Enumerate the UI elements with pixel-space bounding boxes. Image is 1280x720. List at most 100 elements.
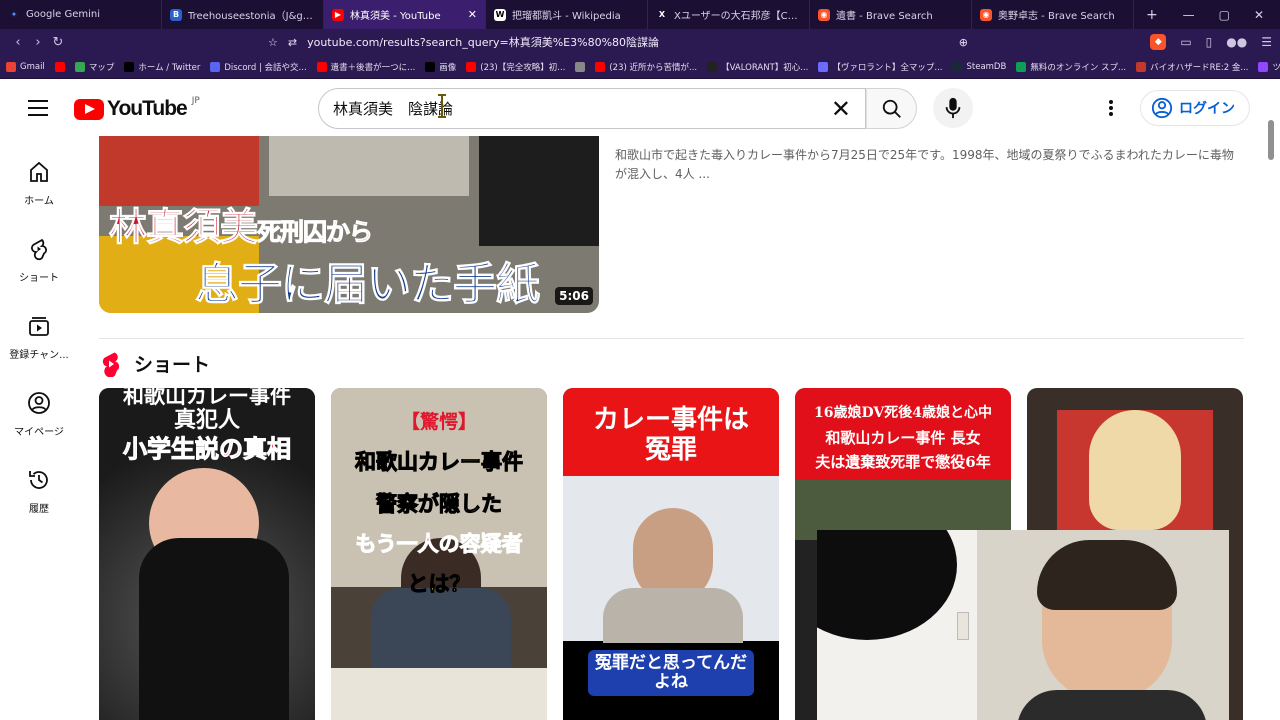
sidebar-toggle-icon[interactable]: ▯: [1206, 35, 1213, 49]
back-icon[interactable]: ‹: [8, 35, 28, 50]
bookmark-item[interactable]: 【VALORANT】初心...: [707, 61, 808, 73]
section-divider: [99, 338, 1244, 339]
short-text-line: 和歌山カレー事件: [355, 449, 524, 474]
search-input[interactable]: 林真須美 陰謀論 ✕: [318, 88, 866, 129]
wallet-icon[interactable]: ●●: [1226, 35, 1247, 49]
bookmark-item[interactable]: (23)【完全攻略】初...: [466, 61, 565, 73]
browser-tab-bar: ✦ Google Gemini B Treehouseestonia（J&gis…: [0, 0, 1280, 29]
bookmark-favicon-icon: [124, 61, 135, 72]
short-caption: 冤罪だと思ってんだよね: [588, 650, 754, 697]
bookmark-favicon-icon: [466, 61, 477, 72]
bookmark-label: 画像: [439, 62, 457, 73]
bookmark-item[interactable]: Discord | 会話や交...: [210, 61, 307, 73]
thumbnail-subtitle: 死刑囚から: [257, 217, 374, 247]
logo-text: YouTube: [107, 97, 188, 120]
thumbnail-person: [479, 136, 599, 246]
sidebar-item-home[interactable]: ホーム: [0, 160, 78, 207]
zoom-icon[interactable]: ⊕: [959, 36, 968, 49]
video-thumbnail[interactable]: 林真須美死刑囚から 息子に届いた手紙 5:06: [99, 136, 599, 313]
youtube-logo[interactable]: YouTube JP: [74, 96, 200, 121]
short-text-line: とは？: [407, 571, 471, 596]
bookmark-item[interactable]: (23) 近所から苦情が...: [595, 61, 697, 73]
address-bar-row: ‹ › ↻ ☆ ⇄ youtube.com/results?search_que…: [0, 29, 1280, 55]
short-text-line: 和歌山カレー事件: [123, 388, 291, 408]
bookmark-item[interactable]: 無料のオンライン スプ...: [1016, 61, 1126, 73]
sidebar-item-label: 履歴: [29, 504, 49, 515]
short-card-3[interactable]: カレー事件は 冤罪 冤罪だと思ってんだよね: [563, 388, 779, 720]
close-tab-icon[interactable]: ✕: [468, 8, 477, 21]
webcam-shirt: [1017, 690, 1207, 720]
search-query-text[interactable]: 林真須美 陰謀論: [333, 98, 831, 119]
youtube-header: YouTube JP 林真須美 陰謀論 ✕ ログイン: [0, 80, 1280, 136]
thumbnail-title-line2: 息子に届いた手紙: [195, 259, 541, 311]
bookmark-label: Gmail: [20, 61, 45, 72]
bookmark-item[interactable]: Gmail: [6, 61, 45, 72]
bookmark-favicon-icon: [54, 61, 65, 72]
bookmark-item[interactable]: 画像: [425, 61, 456, 73]
minimize-button[interactable]: —: [1183, 8, 1195, 22]
sidebar-item-subscriptions[interactable]: 登録チャン...: [0, 314, 78, 361]
bookmark-item[interactable]: [575, 61, 586, 72]
bookmark-item[interactable]: バイオハザードRE:2 金...: [1136, 61, 1248, 73]
hamburger-menu-icon[interactable]: [28, 100, 48, 116]
short-text-line: 冤罪: [644, 435, 697, 465]
bookmark-label: (23) 近所から苦情が...: [609, 62, 698, 73]
short-card-1[interactable]: 和歌山カレー事件 真犯人 小学生説の真相: [99, 388, 315, 720]
tab-wikipedia[interactable]: W 把瑠都凱斗 - Wikipedia: [486, 0, 648, 29]
bookmark-icon[interactable]: ☆: [268, 36, 278, 49]
clear-search-icon[interactable]: ✕: [831, 97, 851, 121]
short-painting-face: [1089, 410, 1181, 530]
tab-youtube[interactable]: ▶ 林真須美 - YouTube ✕: [324, 0, 486, 29]
shorts-icon: [31, 238, 47, 261]
menu-icon[interactable]: ☰: [1261, 35, 1272, 49]
tab-label: Xユーザーの大石邦彦【CBCテレビ解説委: [674, 11, 801, 22]
extensions-icon[interactable]: ▭: [1180, 35, 1191, 49]
sidebar-item-you[interactable]: マイページ: [0, 391, 78, 438]
login-button[interactable]: ログイン: [1140, 90, 1250, 126]
brave-shields-icon[interactable]: ◆: [1150, 34, 1167, 50]
short-card-2[interactable]: 【驚愕】 和歌山カレー事件 警察が隠した もう一人の容疑者 とは？: [331, 388, 547, 720]
tab-label: 林真須美 - YouTube: [350, 11, 441, 22]
new-tab-button[interactable]: +: [1134, 7, 1170, 23]
close-window-button[interactable]: ✕: [1254, 8, 1264, 22]
bookmark-item[interactable]: 【ヴァロラント】全マップ...: [818, 61, 942, 73]
tab-gemini[interactable]: ✦ Google Gemini: [0, 0, 162, 29]
search-button[interactable]: [866, 88, 917, 129]
bookmark-item[interactable]: [54, 61, 65, 72]
reload-icon[interactable]: ↻: [48, 35, 68, 50]
tab-label: Google Gemini: [26, 9, 100, 20]
maximize-button[interactable]: ▢: [1219, 8, 1230, 22]
short-text-line: 夫は遺棄致死罪で懲役6年: [815, 453, 991, 471]
bookmark-item[interactable]: SteamDB: [952, 61, 1007, 72]
bookmark-item[interactable]: 遺書＋後書が一つに...: [316, 61, 415, 73]
tab-brave-search-2[interactable]: ◉ 奥野卓志 - Brave Search: [972, 0, 1134, 29]
shorts-shelf-title: ショート: [134, 354, 211, 376]
text-cursor-icon: [438, 94, 446, 118]
bookmark-label: ツイッチ関連: [1272, 61, 1280, 73]
mini-guide: ホーム ショート 登録チャン... マイページ 履歴: [0, 136, 78, 720]
sidebar-item-shorts[interactable]: ショート: [0, 237, 78, 284]
url-text[interactable]: youtube.com/results?search_query=林真須美%E3…: [307, 34, 949, 50]
settings-kebab-icon[interactable]: [1106, 98, 1116, 118]
site-info-icon[interactable]: ⇄: [288, 36, 297, 49]
bookmark-label: 無料のオンライン スプ...: [1030, 62, 1127, 73]
tab-brave-search-1[interactable]: ◉ 遺書 - Brave Search: [810, 0, 972, 29]
short-newspaper-desk: [331, 668, 547, 720]
short-text-line: 警察が隠した: [376, 491, 503, 516]
page-scrollbar[interactable]: [1268, 120, 1274, 160]
account-icon: [1151, 97, 1173, 119]
short-text-line: カレー事件は: [592, 405, 749, 435]
microphone-icon: [945, 97, 961, 119]
forward-icon[interactable]: ›: [28, 35, 48, 50]
tab-x-user[interactable]: X Xユーザーの大石邦彦【CBCテレビ解説委: [648, 0, 810, 29]
tab-treehouse[interactable]: B Treehouseestonia（J&gisoo）: (&: [162, 0, 324, 29]
sidebar-item-history[interactable]: 履歴: [0, 468, 78, 515]
wikipedia-icon: W: [494, 8, 506, 21]
bookmark-label: SteamDB: [966, 61, 1007, 72]
url-field[interactable]: ☆ ⇄ youtube.com/results?search_query=林真須…: [268, 34, 968, 50]
duration-badge: 5:06: [555, 287, 593, 305]
bookmark-item[interactable]: ツイッチ関連: [1258, 61, 1280, 73]
bookmark-item[interactable]: ホーム / Twitter: [124, 61, 200, 73]
bookmark-item[interactable]: マップ: [74, 61, 114, 73]
voice-search-button[interactable]: [933, 88, 973, 128]
